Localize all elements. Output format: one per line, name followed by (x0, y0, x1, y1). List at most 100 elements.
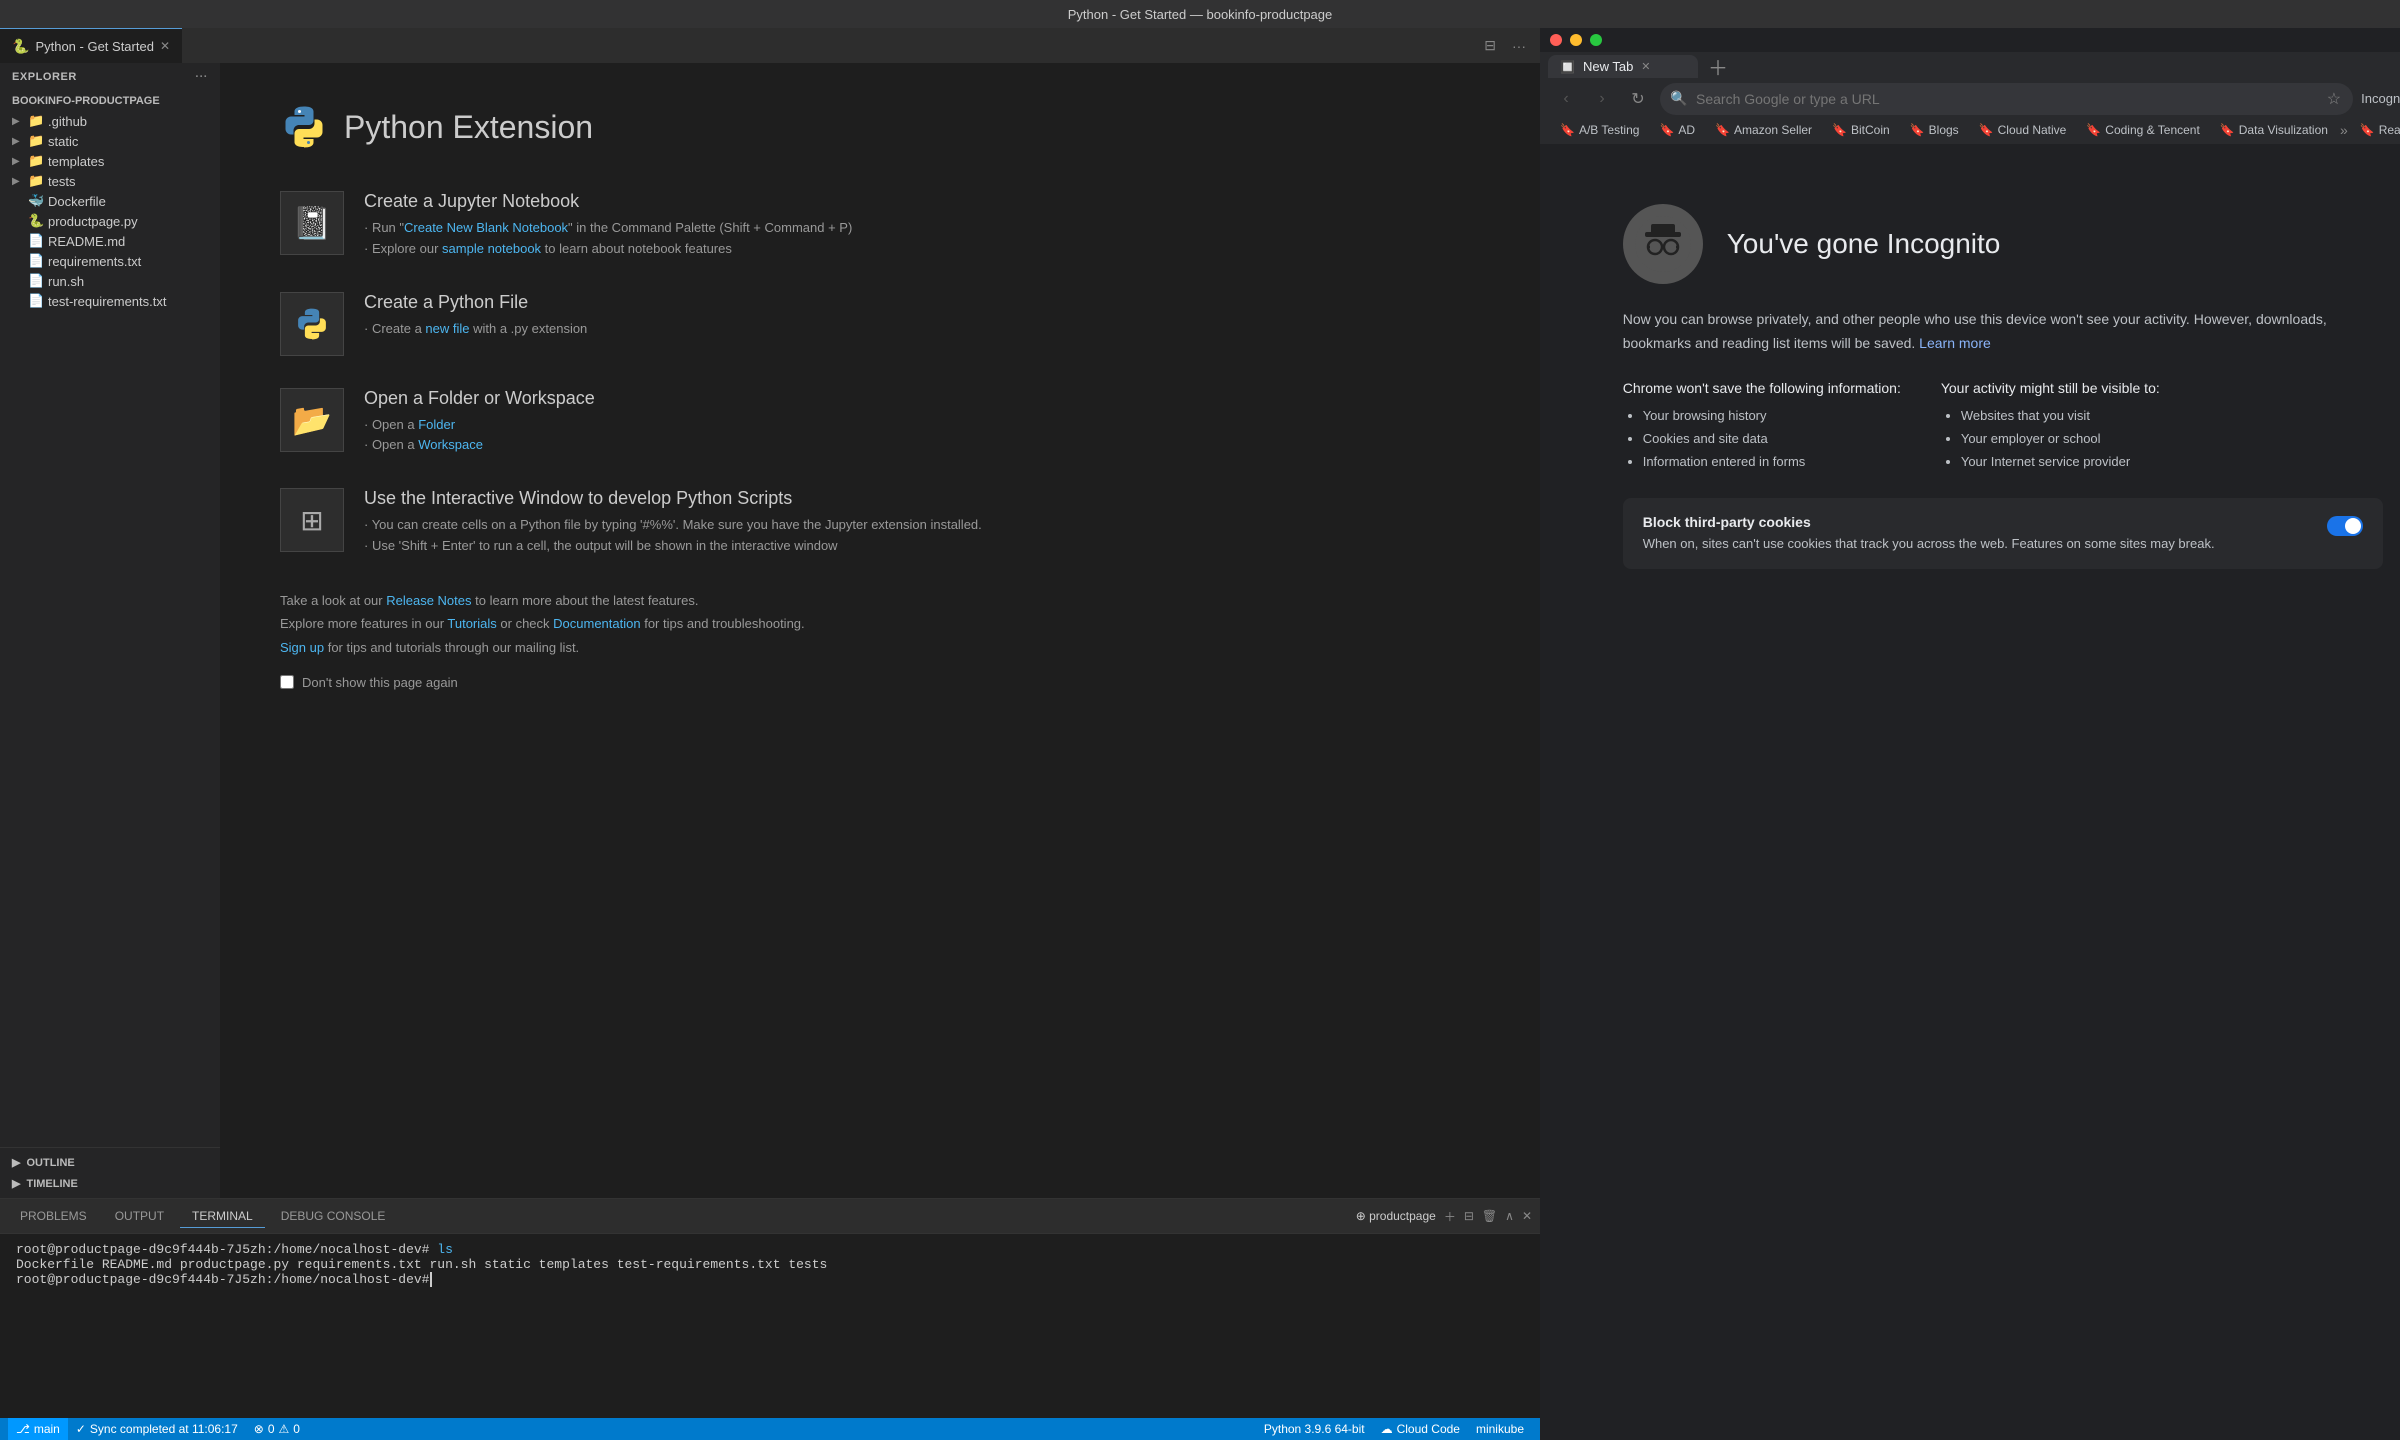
dont-show-row: Don't show this page again (280, 675, 1480, 690)
terminal-min-btn[interactable]: ∧ (1505, 1209, 1514, 1223)
new-file-link[interactable]: new file (425, 321, 469, 336)
browser-back-btn[interactable]: ‹ (1552, 85, 1580, 113)
terminal-close-btn[interactable]: ✕ (1522, 1209, 1532, 1223)
learn-more-link[interactable]: Learn more (1919, 335, 1991, 351)
bookmark-icon: 🔖 (2360, 123, 2375, 137)
sidebar-item-static[interactable]: ▶ 📁 static (0, 131, 220, 151)
browser-panel: 🔲 New Tab ✕ ＋ ‹ › ↻ 🔍 ☆ Incognito (2) (1540, 28, 2400, 1440)
folder-link[interactable]: Folder (418, 417, 455, 432)
signup-link[interactable]: Sign up (280, 640, 324, 655)
sidebar-item-productpage[interactable]: ▶ 🐍 productpage.py (0, 211, 220, 231)
sidebar-item-tests[interactable]: ▶ 📁 tests (0, 171, 220, 191)
folder-open-icon: 📂 (292, 401, 332, 439)
bookmark-reading[interactable]: 🔖 Reading List (2352, 121, 2400, 139)
tab-icon: 🐍 (12, 38, 29, 55)
outline-section[interactable]: ▶ OUTLINE (0, 1152, 220, 1173)
bookmark-cloudnative[interactable]: 🔖 Cloud Native (1971, 121, 2075, 139)
bookmark-data[interactable]: 🔖 Data Visulization (2212, 121, 2336, 139)
terminal-panel: PROBLEMS OUTPUT TERMINAL DEBUG CONSOLE ⊕… (0, 1198, 1540, 1418)
minikube-status[interactable]: minikube (1468, 1418, 1532, 1440)
outline-arrow: ▶ (12, 1156, 20, 1169)
bookmark-icon: 🔖 (1832, 123, 1847, 137)
sync-status[interactable]: ✓ Sync completed at 11:06:17 (68, 1418, 246, 1440)
cookie-desc: When on, sites can't use cookies that tr… (1643, 534, 2311, 554)
terminal-split-btn[interactable]: ⊟ (1464, 1209, 1474, 1223)
bookmark-bitcoin[interactable]: 🔖 BitCoin (1824, 121, 1898, 139)
bookmark-blogs[interactable]: 🔖 Blogs (1902, 121, 1967, 139)
terminal-body[interactable]: root@productpage-d9c9f444b-7J5zh:/home/n… (0, 1234, 1540, 1418)
bookmark-label: Cloud Native (1998, 123, 2067, 137)
txt-icon: 📄 (28, 253, 44, 269)
more-actions-btn[interactable]: ··· (1508, 36, 1530, 56)
bookmark-label: Coding & Tencent (2105, 123, 2200, 137)
git-status[interactable]: ⎇ main (8, 1418, 68, 1440)
sidebar-item-runsh[interactable]: ▶ 📄 run.sh (0, 271, 220, 291)
browser-max-btn[interactable] (1590, 34, 1602, 46)
incognito-label: Incognito (2) (2361, 91, 2400, 106)
sidebar-item-templates[interactable]: ▶ 📁 templates (0, 151, 220, 171)
incognito-icon (1623, 204, 1703, 284)
debug-console-tab[interactable]: DEBUG CONSOLE (269, 1205, 398, 1227)
git-branch-label: main (34, 1422, 60, 1436)
jupyter-icon-box: 📓 (280, 191, 344, 255)
timeline-label: TIMELINE (26, 1178, 77, 1190)
sidebar-item-testreq[interactable]: ▶ 📄 test-requirements.txt (0, 291, 220, 311)
section-interactive: ⊞ Use the Interactive Window to develop … (280, 488, 1480, 557)
address-input[interactable] (1660, 83, 2353, 115)
python-file-icon: 🐍 (28, 213, 44, 229)
problems-tab[interactable]: PROBLEMS (8, 1205, 99, 1227)
python-version-status[interactable]: Python 3.9.6 64-bit (1256, 1418, 1373, 1440)
new-tab-tab[interactable]: 🔲 New Tab ✕ (1548, 55, 1698, 78)
bookmark-ab[interactable]: 🔖 A/B Testing (1552, 121, 1647, 139)
browser-address-bar: ‹ › ↻ 🔍 ☆ Incognito (2) ⋮ (1540, 81, 2400, 116)
list-item: Websites that you visit (1961, 404, 2160, 427)
bookmark-label: Reading List (2379, 123, 2400, 137)
browser-close-btn[interactable] (1550, 34, 1562, 46)
tab-close-btn[interactable]: ✕ (160, 39, 170, 53)
cookie-toggle[interactable] (2327, 516, 2363, 536)
sidebar-item-readme[interactable]: ▶ 📄 README.md (0, 231, 220, 251)
pyfile-icon-box (280, 292, 344, 356)
bookmark-more-btn[interactable]: » (2340, 122, 2348, 138)
python-get-started-tab[interactable]: 🐍 Python - Get Started ✕ (0, 28, 182, 63)
bookmark-amazon[interactable]: 🔖 Amazon Seller (1707, 121, 1820, 139)
outline-label: OUTLINE (26, 1157, 74, 1169)
sidebar-item-dockerfile[interactable]: ▶ 🐳 Dockerfile (0, 191, 220, 211)
bookmark-star-icon[interactable]: ☆ (2327, 89, 2341, 109)
browser-tab-close[interactable]: ✕ (1641, 60, 1650, 73)
sidebar-item-requirements[interactable]: ▶ 📄 requirements.txt (0, 251, 220, 271)
terminal-actions: ⊕ productpage ＋ ⊟ 🗑 ∧ ✕ (1356, 1208, 1532, 1225)
tab-actions: ⊟ ··· (1480, 35, 1540, 56)
create-blank-notebook-link[interactable]: Create New Blank Notebook (404, 220, 568, 235)
sidebar-more-btn[interactable]: ··· (195, 71, 208, 83)
output-tab[interactable]: OUTPUT (103, 1205, 176, 1227)
docker-icon: 🐳 (28, 193, 44, 209)
timeline-section[interactable]: ▶ TIMELINE (0, 1173, 220, 1194)
workspace-link[interactable]: Workspace (418, 437, 483, 452)
browser-reload-btn[interactable]: ↻ (1624, 85, 1652, 113)
bookmark-coding[interactable]: 🔖 Coding & Tencent (2078, 121, 2207, 139)
cloud-code-status[interactable]: ☁ Cloud Code (1373, 1418, 1468, 1440)
bookmark-ad[interactable]: 🔖 AD (1651, 121, 1703, 139)
sample-notebook-link[interactable]: sample notebook (442, 241, 541, 256)
terminal-line-1: root@productpage-d9c9f444b-7J5zh:/home/n… (16, 1242, 1524, 1257)
sidebar-item-github[interactable]: ▶ 📁 .github (0, 111, 220, 131)
list-item: Your browsing history (1643, 404, 1901, 427)
errors-status[interactable]: ⊗ 0 ⚠ 0 (246, 1418, 308, 1440)
terminal-trash-btn[interactable]: 🗑 (1482, 1209, 1497, 1223)
terminal-tab-btn[interactable]: TERMINAL (180, 1205, 265, 1228)
sync-label: Sync completed at 11:06:17 (90, 1422, 238, 1436)
terminal-add-btn[interactable]: ＋ (1444, 1208, 1456, 1225)
bookmark-icon: 🔖 (1560, 123, 1575, 137)
vscode-panel: 🐍 Python - Get Started ✕ ⊟ ··· EXPLORER … (0, 28, 1540, 1440)
documentation-link[interactable]: Documentation (553, 616, 640, 631)
dont-show-checkbox[interactable] (280, 675, 294, 689)
split-editor-btn[interactable]: ⊟ (1480, 35, 1500, 56)
new-tab-btn[interactable]: ＋ (1702, 52, 1734, 81)
browser-min-btn[interactable] (1570, 34, 1582, 46)
browser-forward-btn[interactable]: › (1588, 85, 1616, 113)
release-notes-link[interactable]: Release Notes (386, 593, 471, 608)
section-jupyter: 📓 Create a Jupyter Notebook · Run "Creat… (280, 191, 1480, 260)
warning-icon: ⚠ (279, 1422, 290, 1436)
tutorials-link[interactable]: Tutorials (447, 616, 496, 631)
